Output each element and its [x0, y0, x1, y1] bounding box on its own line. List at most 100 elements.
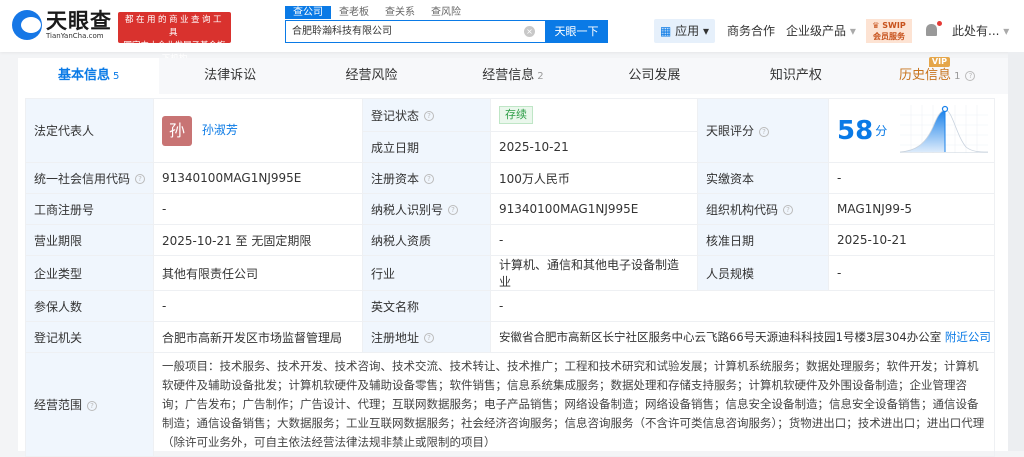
- approval-value: 2025-10-21: [828, 224, 995, 256]
- address-cell: 安徽省合肥市高新区长宁社区服务中心云飞路66号天源迪科科技园1号楼3层304办公…: [490, 321, 995, 353]
- score-marker: [941, 105, 949, 113]
- table-row: 工商注册号 - 纳税人识别号? 91340100MAG1NJ995E 组织机构代…: [25, 193, 995, 225]
- search-type-tabs: 查公司 查老板 查关系 查风险: [285, 6, 469, 19]
- logo[interactable]: 天眼查 TianYanCha.com: [12, 10, 112, 40]
- swip-membership-button[interactable]: ♛ SWIP 会员服务: [866, 19, 912, 43]
- english-label: 英文名称: [362, 290, 491, 322]
- bell-icon[interactable]: [926, 24, 937, 36]
- apps-menu[interactable]: ▦ 应用 ▾: [654, 19, 716, 43]
- insured-value: -: [153, 290, 363, 322]
- taxpayer-qual-value: -: [490, 224, 698, 256]
- help-icon[interactable]: ?: [135, 174, 146, 184]
- apps-label: 应用: [675, 24, 700, 38]
- enterprise-products-menu[interactable]: 企业级产品 ▾: [786, 19, 856, 43]
- grid-icon: ▦: [660, 24, 676, 38]
- help-icon[interactable]: ?: [965, 70, 976, 81]
- score-cell[interactable]: 58 分: [828, 98, 995, 163]
- search-tab-boss[interactable]: 查老板: [331, 6, 377, 19]
- insured-label: 参保人数: [25, 290, 154, 322]
- english-value: -: [490, 290, 995, 322]
- term-label: 营业期限: [25, 224, 154, 256]
- chevron-down-icon: ▾: [849, 24, 856, 38]
- chevron-down-icon: ▾: [1003, 24, 1010, 38]
- org-code-value: MAG1NJ99-5: [828, 193, 995, 225]
- tab-development[interactable]: 公司发展: [584, 58, 725, 94]
- type-label: 企业类型: [25, 255, 154, 291]
- industry-label: 行业: [362, 255, 491, 291]
- reg-no-label: 工商注册号: [25, 193, 154, 225]
- table-row: 经营范围? 一般项目：技术服务、技术开发、技术咨询、技术交流、技术转让、技术推广…: [25, 352, 995, 457]
- score-unit: 分: [875, 124, 888, 138]
- help-icon[interactable]: ?: [759, 126, 770, 137]
- logo-text: 天眼查: [46, 9, 112, 33]
- founded-label: 成立日期: [362, 131, 491, 163]
- notification-dot: [937, 21, 942, 26]
- slogan-line1: 都在用的商业查询工具: [124, 15, 224, 38]
- address-label: 注册地址?: [362, 321, 491, 353]
- score-label: 天眼评分?: [697, 98, 829, 163]
- search-input[interactable]: 合肥聆瀚科技有限公司 ×: [285, 20, 545, 43]
- industry-value: 计算机、通信和其他电子设备制造业: [490, 255, 698, 291]
- table-row: 法定代表人 孙 孙淑芳 登记状态? 存续 天眼评分? 58 分: [25, 98, 995, 163]
- nearby-companies-link[interactable]: 附近公司: [945, 330, 991, 344]
- vip-badge: VIP: [928, 57, 950, 67]
- reg-capital-label: 注册资本?: [362, 162, 491, 194]
- credit-code-label: 统一社会信用代码?: [25, 162, 154, 194]
- enterprise-label: 企业级产品: [786, 24, 847, 38]
- user-menu[interactable]: 此处有... ▾: [952, 19, 1009, 43]
- table-row: 统一社会信用代码? 91340100MAG1NJ995E 注册资本? 100万人…: [25, 162, 995, 194]
- reg-no-value: -: [153, 193, 363, 225]
- search-tab-relation[interactable]: 查关系: [377, 6, 423, 19]
- tab-legal[interactable]: 法律诉讼: [159, 58, 300, 94]
- crown-icon: ♛: [872, 21, 880, 30]
- help-icon[interactable]: ?: [783, 205, 794, 215]
- status-label: 登记状态?: [362, 98, 491, 132]
- scope-value: 一般项目：技术服务、技术开发、技术咨询、技术交流、技术转让、技术推广；工程和技术…: [153, 352, 995, 457]
- staff-value: -: [828, 255, 995, 291]
- tab-history[interactable]: VIP 历史信息 1?: [867, 57, 1008, 94]
- org-code-label: 组织机构代码?: [697, 193, 829, 225]
- avatar: 孙: [162, 115, 192, 146]
- paid-capital-value: -: [828, 162, 995, 194]
- status-cell: 存续: [490, 98, 698, 132]
- table-row: 登记机关 合肥市高新开发区市场监督管理局 注册地址? 安徽省合肥市高新区长宁社区…: [25, 321, 995, 353]
- clear-icon[interactable]: ×: [524, 26, 535, 37]
- user-name: 此处有...: [952, 24, 1000, 38]
- help-icon[interactable]: ?: [448, 205, 459, 215]
- search-button[interactable]: 天眼一下: [545, 20, 608, 43]
- help-icon[interactable]: ?: [424, 111, 435, 121]
- authority-label: 登记机关: [25, 321, 154, 353]
- table-row: 企业类型 其他有限责任公司 行业 计算机、通信和其他电子设备制造业 人员规模 -: [25, 255, 995, 291]
- search-tab-risk[interactable]: 查风险: [423, 6, 469, 19]
- credit-code-value: 91340100MAG1NJ995E: [153, 162, 363, 194]
- taxpayer-id-value: 91340100MAG1NJ995E: [490, 193, 698, 225]
- founded-value: 2025-10-21: [490, 131, 698, 163]
- tab-risk[interactable]: 经营风险: [301, 58, 442, 94]
- help-icon[interactable]: ?: [87, 400, 98, 411]
- table-row: 营业期限 2025-10-21 至 无固定期限 纳税人资质 - 核准日期 202…: [25, 224, 995, 256]
- help-icon[interactable]: ?: [424, 333, 435, 343]
- legal-rep-label: 法定代表人: [25, 98, 154, 163]
- tab-ip[interactable]: 知识产权: [725, 58, 866, 94]
- score-distribution-chart: [900, 105, 988, 153]
- membership-label: 会员服务: [873, 32, 905, 41]
- table-row: 参保人数 - 英文名称 -: [25, 290, 995, 322]
- logo-icon: [12, 10, 42, 40]
- legal-rep-link[interactable]: 孙淑芳: [202, 123, 238, 137]
- reg-capital-value: 100万人民币: [490, 162, 698, 194]
- scope-label: 经营范围?: [25, 352, 154, 457]
- tab-basic-info[interactable]: 基本信息 5: [18, 58, 160, 94]
- basic-info-panel: 法定代表人 孙 孙淑芳 登记状态? 存续 天眼评分? 58 分 成立日期 2025…: [18, 94, 1008, 457]
- logo-domain: TianYanCha.com: [46, 32, 104, 40]
- slogan-banner[interactable]: 都在用的商业查询工具 国家中小企业发展子基金旗下机构: [118, 12, 231, 64]
- business-cooperation-link[interactable]: 商务合作: [727, 19, 775, 43]
- help-icon[interactable]: ?: [424, 174, 435, 184]
- term-value: 2025-10-21 至 无固定期限: [153, 224, 363, 256]
- search-tab-company[interactable]: 查公司: [285, 6, 331, 19]
- tab-business-info[interactable]: 经营信息 2: [442, 58, 583, 94]
- search-value: 合肥聆瀚科技有限公司: [292, 26, 392, 37]
- paid-capital-label: 实缴资本: [697, 162, 829, 194]
- staff-label: 人员规模: [697, 255, 829, 291]
- swip-label: ♛ SWIP: [872, 21, 906, 30]
- header: 天眼查 TianYanCha.com 都在用的商业查询工具 国家中小企业发展子基…: [0, 0, 1024, 64]
